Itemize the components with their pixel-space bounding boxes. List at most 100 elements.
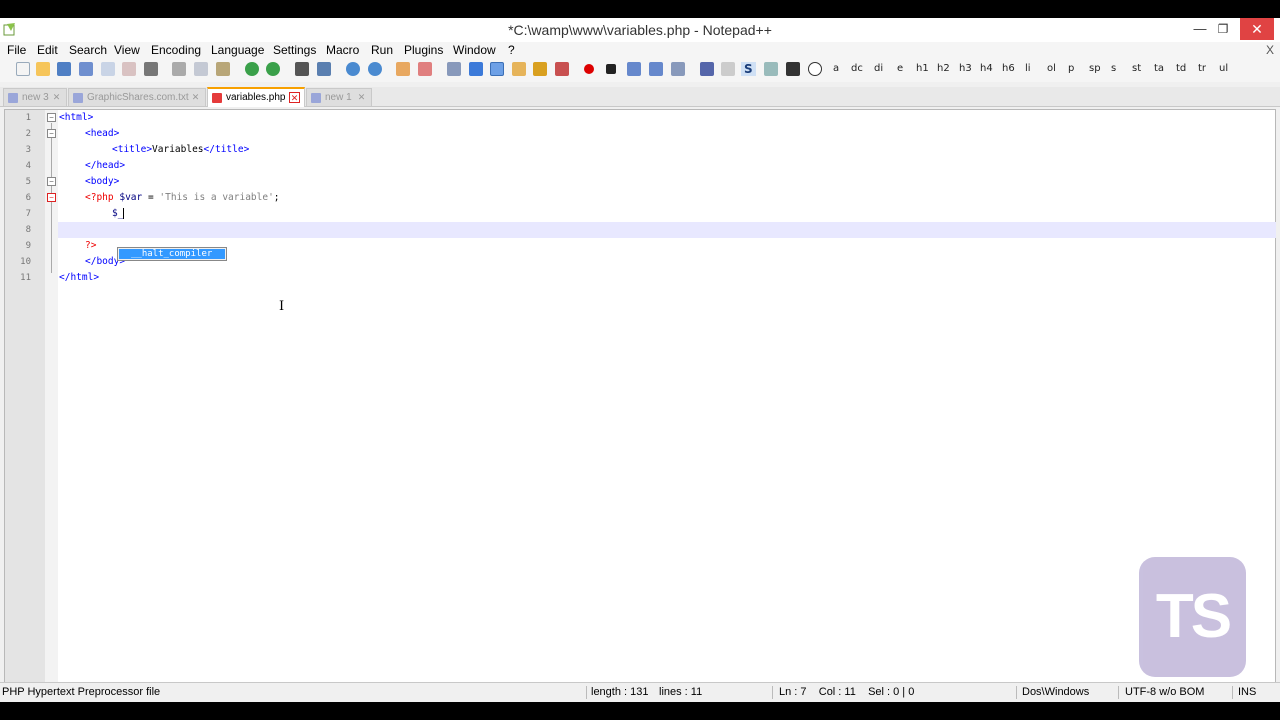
tag-a-button[interactable]: a [833, 62, 839, 76]
tab-new-3[interactable]: new 3 ✕ [3, 88, 67, 106]
code-token: <?php [85, 192, 114, 203]
hex-view-icon[interactable] [764, 62, 778, 76]
redo-icon[interactable] [266, 62, 280, 76]
tag-ta-button[interactable]: ta [1154, 62, 1164, 76]
clock-icon[interactable] [808, 62, 822, 76]
tag-dc-button[interactable]: dc [851, 62, 863, 76]
tag-h6-button[interactable]: h6 [1002, 62, 1015, 76]
paste-icon[interactable] [216, 62, 230, 76]
close-all-icon[interactable] [122, 62, 136, 76]
save-macro-icon[interactable] [671, 62, 685, 76]
user-defined-language-icon[interactable] [512, 62, 526, 76]
current-line-highlight [58, 222, 1276, 238]
menu-plugins[interactable]: Plugins [404, 42, 443, 58]
tag-h3-button[interactable]: h3 [959, 62, 972, 76]
s-button[interactable]: S [741, 62, 756, 76]
tag-e-button[interactable]: e [897, 62, 903, 76]
code-token: $_ [112, 208, 124, 219]
menu-settings[interactable]: Settings [273, 42, 316, 58]
zoom-in-icon[interactable] [346, 62, 360, 76]
tag-ul-button[interactable]: ul [1219, 62, 1228, 76]
tag-tr-button[interactable]: tr [1198, 62, 1206, 76]
fold-toggle-icon[interactable]: − [47, 113, 56, 122]
spell-check-icon[interactable] [700, 62, 714, 76]
tag-li-button[interactable]: li [1025, 62, 1031, 76]
sync-horizontal-icon[interactable] [418, 62, 432, 76]
function-list-icon[interactable] [555, 62, 569, 76]
playback-macro-icon[interactable] [627, 62, 641, 76]
copy-icon[interactable] [194, 62, 208, 76]
tag-p-button[interactable]: p [1068, 62, 1074, 76]
menu-view[interactable]: View [114, 42, 140, 58]
tag-di-button[interactable]: di [874, 62, 883, 76]
status-eol[interactable]: Dos\Windows [1022, 683, 1089, 701]
show-all-characters-icon[interactable] [469, 62, 483, 76]
menu-file[interactable]: File [7, 42, 26, 58]
run-macro-multiple-icon[interactable] [649, 62, 663, 76]
file-icon [73, 93, 83, 103]
status-encoding[interactable]: UTF-8 w/o BOM [1125, 683, 1204, 701]
restore-button[interactable]: ❐ [1209, 18, 1237, 40]
menu-macro[interactable]: Macro [326, 42, 359, 58]
tab-close-icon[interactable]: ✕ [51, 92, 62, 103]
code-editor[interactable]: 1 2 3 4 5 6 7 8 9 10 11 − − − − <html> <… [4, 109, 1276, 695]
word-wrap-icon[interactable] [447, 62, 461, 76]
status-divider [772, 686, 773, 699]
status-length: length : 131 [591, 686, 649, 698]
menu-search[interactable]: Search [69, 42, 107, 58]
tag-s-button[interactable]: s [1111, 62, 1116, 76]
zoom-out-icon[interactable] [368, 62, 382, 76]
close-document-icon[interactable]: X [1266, 42, 1274, 58]
find-icon[interactable] [295, 62, 309, 76]
new-file-icon[interactable] [16, 62, 30, 76]
replace-icon[interactable] [317, 62, 331, 76]
undo-icon[interactable] [245, 62, 259, 76]
save-icon[interactable] [57, 62, 71, 76]
tag-sp-button[interactable]: sp [1089, 62, 1101, 76]
line-number: 4 [25, 161, 31, 171]
menu-language[interactable]: Language [211, 42, 264, 58]
line-number: 3 [25, 145, 31, 155]
tag-h2-button[interactable]: h2 [937, 62, 950, 76]
tab-close-icon[interactable]: ✕ [356, 92, 367, 103]
menu-encoding[interactable]: Encoding [151, 42, 201, 58]
code-token: $var [119, 192, 143, 203]
tab-close-icon[interactable]: ✕ [289, 92, 300, 103]
tag-td-button[interactable]: td [1176, 62, 1186, 76]
status-insert-mode[interactable]: INS [1238, 683, 1256, 701]
menu-help[interactable]: ? [508, 42, 515, 58]
tab-variables-php[interactable]: variables.php ✕ [207, 87, 305, 107]
tab-label: GraphicShares.com.txt [87, 92, 189, 103]
record-macro-icon[interactable] [584, 64, 594, 74]
fold-toggle-icon[interactable]: − [47, 129, 56, 138]
close-button[interactable]: ✕ [1240, 18, 1274, 40]
tag-ol-button[interactable]: ol [1047, 62, 1056, 76]
fold-toggle-icon[interactable]: − [47, 193, 56, 202]
jq-icon[interactable] [786, 62, 800, 76]
print-icon[interactable] [144, 62, 158, 76]
tag-st-button[interactable]: st [1132, 62, 1141, 76]
tag-h4-button[interactable]: h4 [980, 62, 993, 76]
sync-vertical-icon[interactable] [396, 62, 410, 76]
tab-new-1[interactable]: new 1 ✕ [306, 88, 372, 106]
stop-recording-icon[interactable] [606, 64, 616, 74]
tab-close-icon[interactable]: ✕ [190, 92, 201, 103]
spell-next-icon[interactable] [721, 62, 735, 76]
close-file-icon[interactable] [101, 62, 115, 76]
autocomplete-item[interactable]: __halt_compiler [119, 249, 225, 259]
tab-graphicshares[interactable]: GraphicShares.com.txt ✕ [68, 88, 206, 106]
code-line: </html> [59, 272, 100, 283]
menu-window[interactable]: Window [453, 42, 496, 58]
save-all-icon[interactable] [79, 62, 93, 76]
fold-toggle-icon[interactable]: − [47, 177, 56, 186]
document-map-icon[interactable] [533, 62, 547, 76]
tag-h1-button[interactable]: h1 [916, 62, 929, 76]
open-file-icon[interactable] [36, 62, 50, 76]
autocomplete-popup[interactable]: __halt_compiler [117, 247, 227, 261]
cut-icon[interactable] [172, 62, 186, 76]
code-token: ; [273, 192, 280, 203]
ts-watermark-logo: TS [1139, 557, 1246, 677]
menu-run[interactable]: Run [371, 42, 393, 58]
menu-edit[interactable]: Edit [37, 42, 58, 58]
indent-guide-icon[interactable] [490, 62, 504, 76]
